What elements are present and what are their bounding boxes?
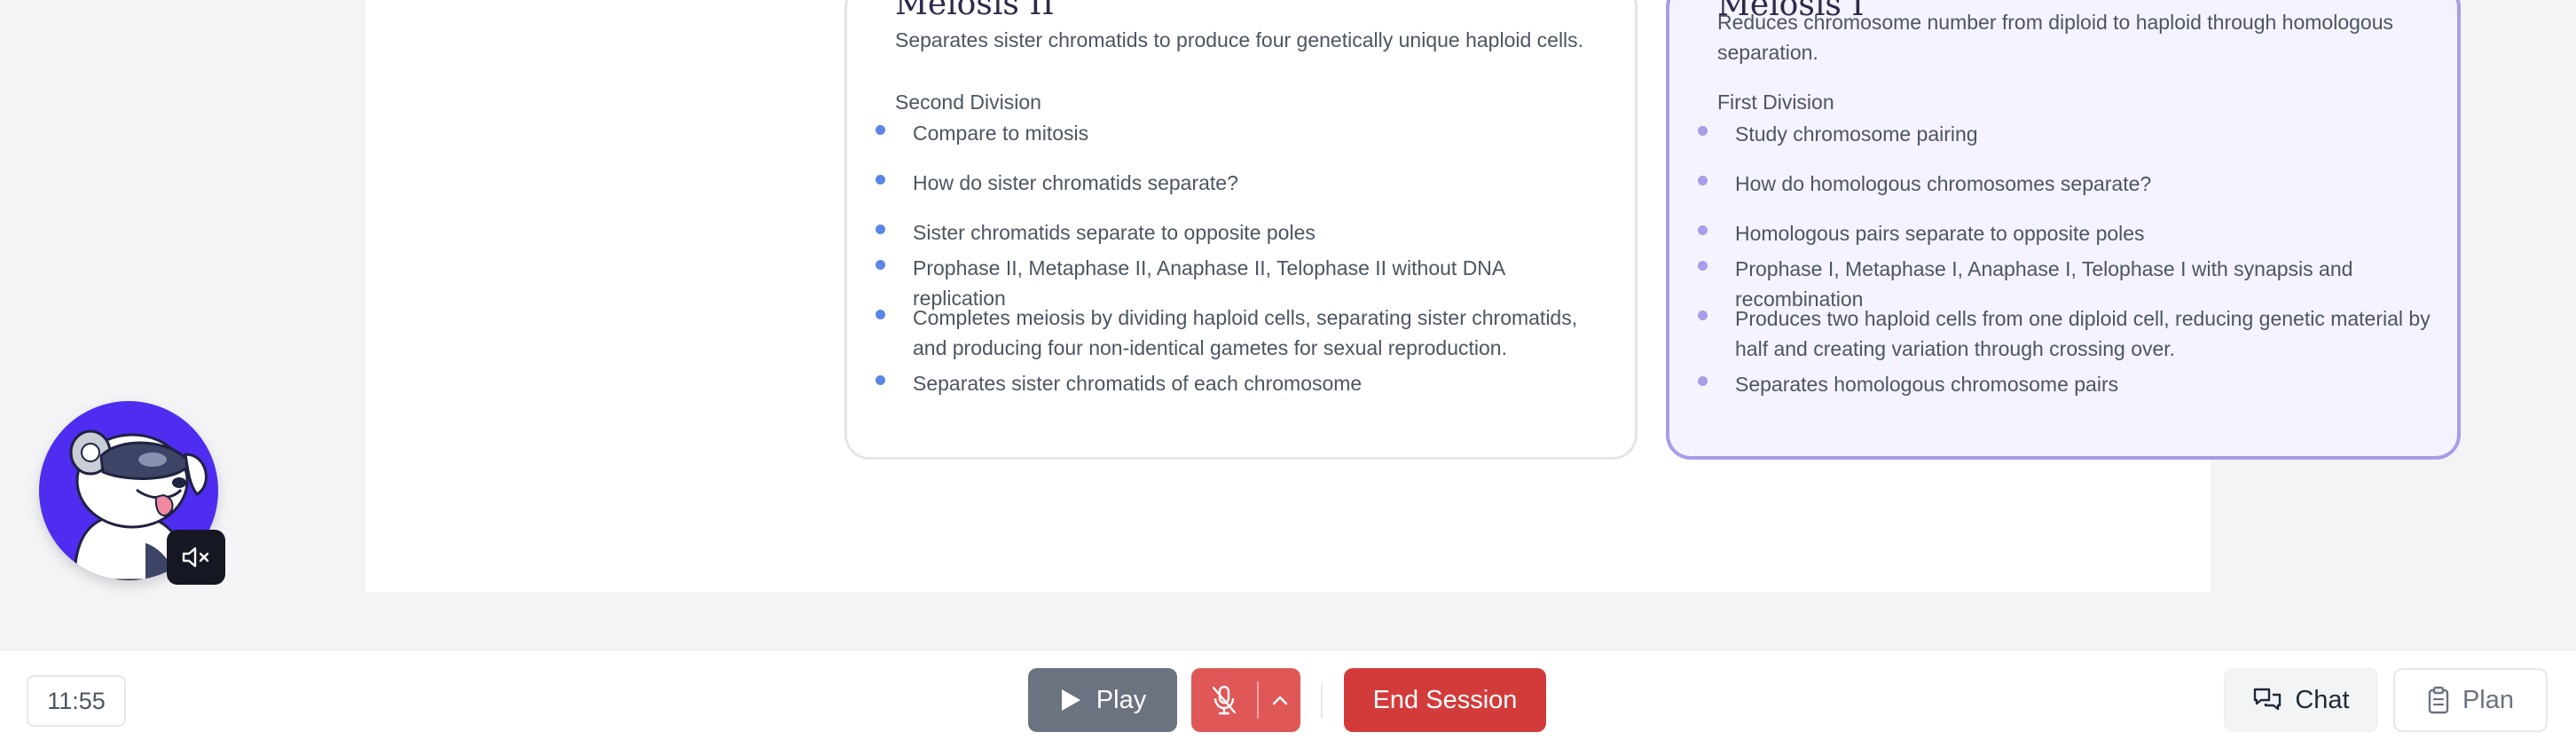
chat-button[interactable]: Chat	[2224, 668, 2378, 732]
play-button-label: Play	[1096, 685, 1147, 714]
list-item: Separates homologous chromosome pairs	[1698, 369, 2436, 399]
chat-icon	[2254, 688, 2281, 711]
list-item[interactable]: Compare to mitosis	[876, 118, 1614, 148]
mic-toggle-button[interactable]	[1191, 668, 1257, 732]
session-screen: Meiosis II Separates sister chromatids t…	[0, 0, 2576, 740]
card-title: Meiosis II	[895, 0, 1055, 22]
list-item[interactable]: Study chromosome pairing	[1698, 119, 2436, 149]
microphone-control[interactable]	[1191, 668, 1300, 732]
section-label: Second Division	[895, 91, 1041, 114]
session-timer: 11:55	[27, 675, 126, 727]
list-item: Completes meiosis by dividing haploid ce…	[876, 303, 1614, 363]
list-item[interactable]: How do homologous chromosomes separate?	[1698, 169, 2436, 199]
chevron-up-icon	[1272, 696, 1287, 705]
end-session-button[interactable]: End Session	[1344, 668, 1546, 732]
card-description: Separates sister chromatids to produce f…	[895, 28, 1584, 51]
mic-options-button[interactable]	[1259, 668, 1300, 732]
list-item: Homologous pairs separate to opposite po…	[1698, 218, 2436, 248]
plan-button-label: Plan	[2462, 685, 2515, 714]
audio-muted-indicator[interactable]	[167, 530, 225, 585]
list-item[interactable]: How do sister chromatids separate?	[876, 168, 1614, 198]
mic-off-icon	[1212, 685, 1237, 715]
list-item: Separates sister chromatids of each chro…	[876, 368, 1614, 398]
play-icon	[1061, 689, 1080, 711]
content-panel: Meiosis II Separates sister chromatids t…	[365, 0, 2461, 592]
session-control-bar: 11:55 Play End Session Chat Plan	[0, 649, 2576, 740]
section-label: First Division	[1717, 91, 1834, 114]
toolbar-divider	[1321, 684, 1323, 718]
card-description: Reduces chromosome number from diploid t…	[1717, 11, 2393, 64]
play-button[interactable]: Play	[1028, 668, 1177, 732]
concept-card-meiosis-ii[interactable]: Meiosis II Separates sister chromatids t…	[844, 0, 1637, 460]
plan-button[interactable]: Plan	[2393, 668, 2548, 732]
speaker-muted-icon	[182, 547, 209, 568]
chat-button-label: Chat	[2295, 685, 2350, 714]
clipboard-icon	[2428, 686, 2449, 714]
list-item: Sister chromatids separate to opposite p…	[876, 217, 1614, 248]
list-item: Produces two haploid cells from one dipl…	[1698, 303, 2436, 364]
concept-card-meiosis-i[interactable]: Meiosis I Reduces chromosome number from…	[1666, 0, 2461, 460]
